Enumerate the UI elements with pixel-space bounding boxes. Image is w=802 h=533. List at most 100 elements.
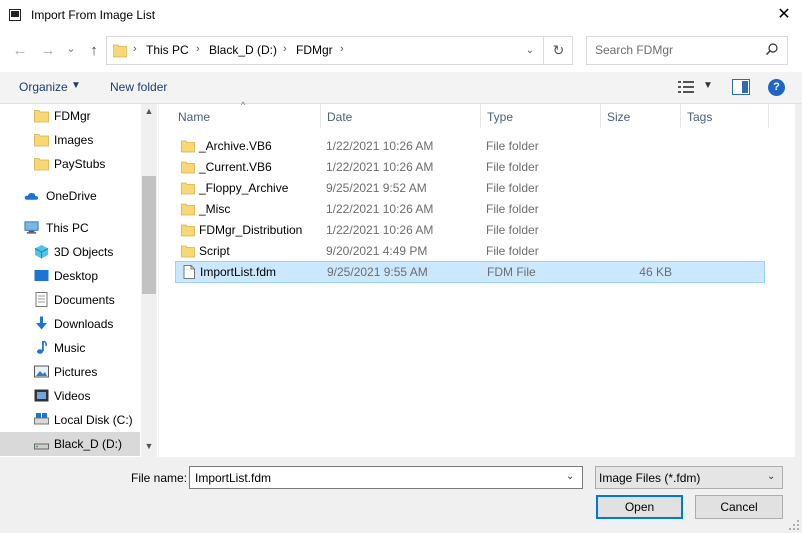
back-button[interactable]: ← [9,40,31,62]
file-size: 46 KB [639,265,672,279]
table-row[interactable]: _Floppy_Archive 9/25/2021 9:52 AM File f… [175,178,765,198]
documents-icon [35,292,48,307]
table-row[interactable]: _Archive.VB6 1/22/2021 10:26 AM File fol… [175,136,765,156]
new-folder-button[interactable]: New folder [110,80,167,94]
open-button[interactable]: Open [596,495,683,519]
file-date: 1/22/2021 10:26 AM [326,160,434,174]
videos-icon [34,389,49,402]
file-date: 1/22/2021 10:26 AM [326,139,434,153]
column-divider[interactable] [680,104,681,128]
file-date: 9/20/2021 4:49 PM [326,244,428,258]
scrollbar-thumb[interactable] [142,176,156,294]
column-divider[interactable] [320,104,321,128]
folder-icon [34,110,49,123]
column-header-size[interactable]: Size [607,110,630,124]
sidebar-item-documents[interactable]: Documents [0,288,140,312]
sidebar-item-downloads[interactable]: Downloads [0,312,140,336]
folder-icon [34,134,49,147]
cancel-button[interactable]: Cancel [695,495,783,519]
table-row[interactable]: _Current.VB6 1/22/2021 10:26 AM File fol… [175,157,765,177]
chevron-down-icon[interactable]: ▼ [141,441,157,455]
chevron-down-icon: ▼ [71,80,81,91]
sidebar-item-3d-objects[interactable]: 3D Objects [0,240,140,264]
search-placeholder: Search FDMgr [595,43,674,57]
breadcrumb-separator: › [133,43,137,55]
preview-pane-button[interactable] [732,79,750,95]
table-row[interactable]: _Misc 1/22/2021 10:26 AM File folder [175,199,765,219]
breadcrumb-fdmgr[interactable]: FDMgr [296,43,333,57]
pictures-icon [34,365,49,378]
up-button[interactable]: ↑ [83,40,105,62]
chevron-down-icon[interactable]: ⌄ [767,471,775,482]
view-options-icon[interactable] [677,79,695,95]
breadcrumb-this-pc[interactable]: This PC [146,43,189,57]
file-name-label: File name: [131,471,188,485]
file-name: Script [199,244,230,258]
table-row[interactable]: ImportList.fdm 9/25/2021 9:55 AM FDM Fil… [175,261,765,283]
search-icon [766,43,778,55]
folder-icon [181,182,195,195]
sidebar-item-fdmgr[interactable]: FDMgr [0,104,140,128]
folder-icon [34,158,49,171]
breadcrumb-separator: › [340,43,344,55]
sidebar-item-label: Images [54,133,94,147]
cloud-icon [24,192,39,200]
column-header-date[interactable]: Date [327,110,352,124]
breadcrumb-black-d[interactable]: Black_D (D:) [209,43,277,57]
file-name: _Misc [199,202,231,216]
folder-icon [181,245,195,258]
music-icon [37,340,47,354]
column-header-name[interactable]: Name [178,110,210,124]
file-name: FDMgr_Distribution [199,223,303,237]
sidebar-item-label: Pictures [54,365,98,379]
sidebar-item-paystubs[interactable]: PayStubs [0,152,140,176]
app-icon [9,9,21,21]
cube-icon [34,245,49,259]
organize-button[interactable]: Organize [19,80,68,94]
file-type: File folder [486,160,539,174]
sidebar-item-label: This PC [46,221,89,235]
help-button[interactable]: ? [768,79,785,96]
desktop-icon [34,270,49,281]
breadcrumb-separator: › [283,43,287,55]
folder-icon [181,224,195,237]
sidebar-item-label: PayStubs [54,157,106,171]
column-header-tags[interactable]: Tags [687,110,712,124]
table-row[interactable]: FDMgr_Distribution 1/22/2021 10:26 AM Fi… [175,220,765,240]
chevron-down-icon[interactable]: ⌄ [566,471,574,482]
table-row[interactable]: Script 9/20/2021 4:49 PM File folder [175,241,765,261]
resize-grip-icon[interactable] [788,519,800,531]
sidebar-item-music[interactable]: Music [0,336,140,360]
sidebar-item-black-d[interactable]: Black_D (D:) [0,432,140,456]
sidebar-item-onedrive[interactable]: OneDrive [0,184,140,208]
file-name: _Floppy_Archive [199,181,289,195]
refresh-button[interactable]: ↻ [543,36,573,65]
file-type: FDM File [487,265,536,279]
sidebar-item-local-disk[interactable]: Local Disk (C:) [0,408,140,432]
vertical-divider [795,104,802,457]
breadcrumb-separator: › [196,43,200,55]
sidebar-item-images[interactable]: Images [0,128,140,152]
sidebar-item-pictures[interactable]: Pictures [0,360,140,384]
drive-icon [34,443,49,450]
sidebar-item-label: 3D Objects [54,245,114,259]
sidebar-item-videos[interactable]: Videos [0,384,140,408]
file-type: File folder [486,202,539,216]
folder-icon [181,140,195,153]
disk-icon [34,413,49,425]
close-button[interactable]: ✕ [771,3,797,27]
column-header-type[interactable]: Type [487,110,513,124]
sidebar-item-desktop[interactable]: Desktop [0,264,140,288]
file-type-value: Image Files (*.fdm) [599,471,701,485]
file-name: _Archive.VB6 [199,139,272,153]
sidebar-item-this-pc[interactable]: This PC [0,216,140,240]
address-dropdown-button[interactable]: ⌄ [519,36,541,65]
column-divider[interactable] [480,104,481,128]
chevron-up-icon[interactable]: ▲ [141,106,157,120]
chevron-down-icon[interactable]: ▼ [703,80,713,91]
column-divider[interactable] [768,104,769,128]
computer-icon [24,221,39,234]
column-divider[interactable] [600,104,601,128]
recent-locations-button[interactable]: ⌄ [60,38,82,60]
forward-button[interactable]: → [37,40,59,62]
